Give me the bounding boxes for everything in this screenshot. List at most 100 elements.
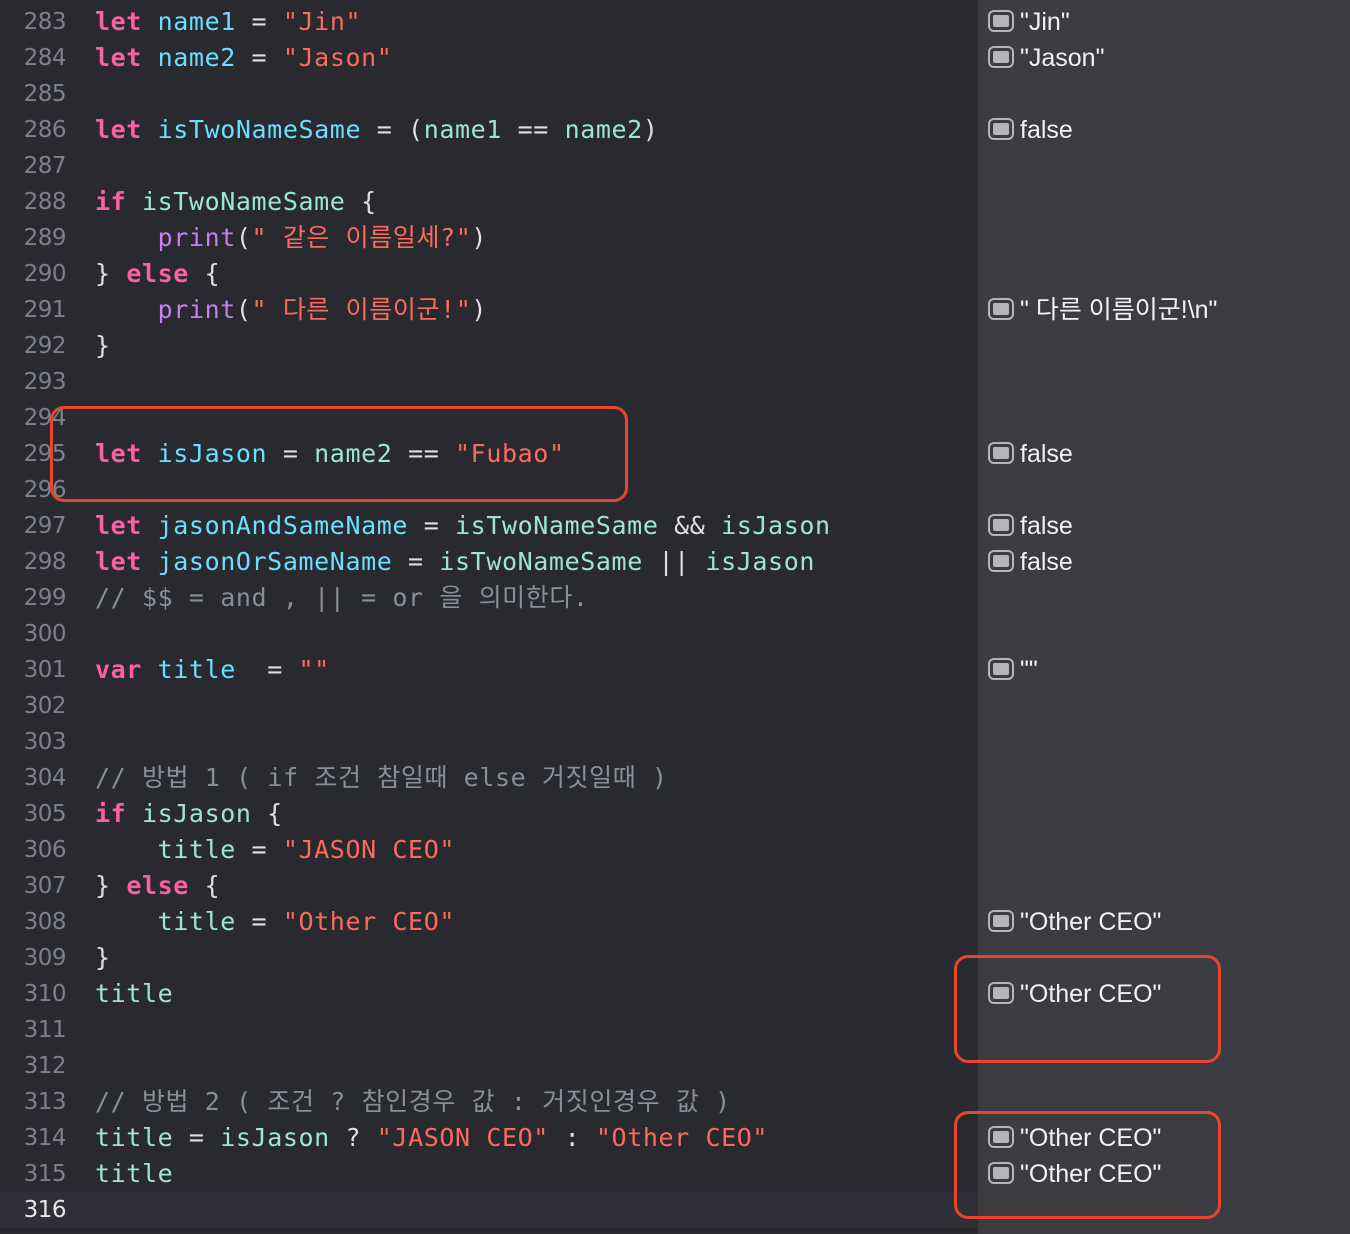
code-editor[interactable]: 283 let name1 = "Jin" 284 let name2 = "Jaso… [0, 0, 978, 1234]
code-text[interactable]: } [95, 940, 111, 976]
quick-look-icon[interactable] [988, 10, 1014, 33]
code-line[interactable]: 289 print(" 같은 이름일세?") [0, 220, 978, 256]
quick-look-icon[interactable] [988, 550, 1014, 573]
code-line[interactable]: 302 [0, 688, 978, 724]
code-token: "Jin" [282, 7, 362, 36]
line-number: 298 [23, 549, 67, 575]
code-line[interactable]: 312 [0, 1048, 978, 1084]
code-line[interactable]: 306 title = "JASON CEO" [0, 832, 978, 868]
quick-look-icon[interactable] [988, 1126, 1014, 1149]
code-token: "JASON CEO" [376, 1123, 549, 1152]
code-token: ) [471, 295, 488, 324]
code-line[interactable]: 291 print(" 다른 이름이군!") [0, 292, 978, 328]
code-line[interactable]: 298 let jasonOrSameName = isTwoNameSame |… [0, 544, 978, 580]
code-text[interactable]: } [95, 328, 111, 364]
line-number: 311 [23, 1017, 67, 1043]
code-text[interactable]: let jasonAndSameName = isTwoNameSame && … [95, 508, 831, 544]
quick-look-icon[interactable] [988, 1162, 1014, 1185]
code-line[interactable]: 316 [0, 1192, 978, 1228]
code-text[interactable]: let name1 = "Jin" [95, 4, 361, 40]
code-text[interactable]: // 방법 2 ( 조건 ? 참인경우 값 : 거짓인경우 값 ) [95, 1084, 731, 1120]
line-number: 301 [23, 657, 67, 683]
code-text[interactable]: print(" 같은 이름일세?") [95, 220, 487, 256]
code-line[interactable]: 314 title = isJason ? "JASON CEO" : "Othe… [0, 1120, 978, 1156]
quick-look-icon[interactable] [988, 514, 1014, 537]
code-token: " 다른 이름이군!" [251, 295, 472, 324]
quick-look-icon[interactable] [988, 298, 1014, 321]
code-text[interactable]: if isTwoNameSame { [95, 184, 377, 220]
line-number: 299 [23, 585, 67, 611]
code-text[interactable]: let jasonOrSameName = isTwoNameSame || i… [95, 544, 815, 580]
code-text[interactable]: title [95, 1156, 173, 1192]
code-line[interactable]: 310 title [0, 976, 978, 1012]
quick-look-icon[interactable] [988, 118, 1014, 141]
result-value: " 다른 이름이군!\n" [988, 292, 1217, 328]
code-token: var [95, 655, 142, 684]
result-value: "Other CEO" [988, 904, 1161, 940]
quick-look-icon[interactable] [988, 658, 1014, 681]
code-line[interactable]: 299 // $$ = and , || = or 을 의미한다. [0, 580, 978, 616]
code-token: ) [642, 115, 659, 144]
code-text[interactable]: } else { [95, 868, 220, 904]
code-token: || [642, 547, 706, 576]
code-line[interactable]: 293 [0, 364, 978, 400]
code-line[interactable]: 307} else { [0, 868, 978, 904]
code-line[interactable]: 309} [0, 940, 978, 976]
code-token: && [658, 511, 722, 540]
code-line[interactable]: 311 [0, 1012, 978, 1048]
highlight-isjason-line [50, 406, 628, 502]
code-token: "JASON CEO" [282, 835, 456, 864]
quick-look-icon[interactable] [988, 46, 1014, 69]
code-line[interactable]: 292} [0, 328, 978, 364]
code-line[interactable]: 297 let jasonAndSameName = isTwoNameSame … [0, 508, 978, 544]
code-token: "Jason" [282, 43, 393, 72]
quick-look-icon[interactable] [988, 982, 1014, 1005]
code-line[interactable]: 305 if isJason { [0, 796, 978, 832]
code-token: : [548, 1123, 596, 1152]
code-text[interactable]: title = "JASON CEO" [95, 832, 455, 868]
code-token: = [235, 655, 299, 684]
code-line[interactable]: 308 title = "Other CEO" [0, 904, 978, 940]
code-line[interactable]: 286 let isTwoNameSame = (name1 == name2) [0, 112, 978, 148]
code-text[interactable]: let name2 = "Jason" [95, 40, 392, 76]
code-line[interactable]: 285 [0, 76, 978, 112]
code-line[interactable]: 284 let name2 = "Jason" [0, 40, 978, 76]
quick-look-icon[interactable] [988, 442, 1014, 465]
code-line[interactable]: 290} else { [0, 256, 978, 292]
code-line[interactable]: 283 let name1 = "Jin" [0, 4, 978, 40]
code-text[interactable]: title = isJason ? "JASON CEO" : "Other C… [95, 1120, 768, 1156]
line-number: 315 [23, 1161, 67, 1187]
code-text[interactable]: print(" 다른 이름이군!") [95, 292, 487, 328]
result-text: false [1020, 116, 1073, 144]
code-text[interactable]: // 방법 1 ( if 조건 참일때 else 거짓일때 ) [95, 760, 668, 796]
line-number: 304 [23, 765, 67, 791]
code-text[interactable]: title [95, 976, 173, 1012]
code-token: } [95, 259, 127, 288]
code-line[interactable]: 288 if isTwoNameSame { [0, 184, 978, 220]
code-text[interactable]: } else { [95, 256, 220, 292]
result-text: "" [1020, 656, 1038, 684]
code-token: title [157, 835, 236, 864]
code-line[interactable]: 301 var title = "" [0, 652, 978, 688]
code-line[interactable]: 300 [0, 616, 978, 652]
code-text[interactable]: if isJason { [95, 796, 283, 832]
code-text[interactable]: var title = "" [95, 652, 330, 688]
code-line[interactable]: 313 // 방법 2 ( 조건 ? 참인경우 값 : 거짓인경우 값 ) [0, 1084, 978, 1120]
code-line[interactable]: 315 title [0, 1156, 978, 1192]
code-text[interactable]: title = "Other CEO" [95, 904, 455, 940]
code-text[interactable]: // $$ = and , || = or 을 의미한다. [95, 580, 589, 616]
code-line[interactable]: 287 [0, 148, 978, 184]
code-text[interactable]: let isTwoNameSame = (name1 == name2) [95, 112, 659, 148]
result-text: false [1020, 512, 1073, 540]
code-line[interactable]: 304 // 방법 1 ( if 조건 참일때 else 거짓일때 ) [0, 760, 978, 796]
code-line[interactable]: 303 [0, 724, 978, 760]
code-token: if [95, 799, 127, 828]
line-number: 310 [23, 981, 67, 1007]
quick-look-icon[interactable] [988, 910, 1014, 933]
result-value: "Other CEO" [988, 1120, 1161, 1156]
